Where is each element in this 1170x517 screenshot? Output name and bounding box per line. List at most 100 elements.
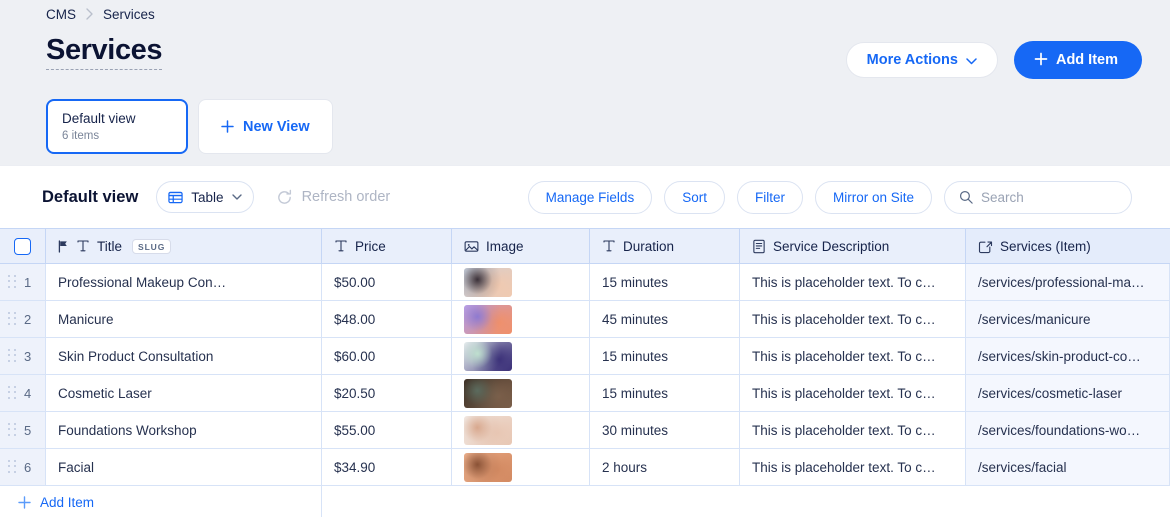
cell-services-item[interactable]: /services/manicure [966,301,1170,337]
row-number: 5 [24,422,32,438]
cell-title[interactable]: Facial [46,449,322,485]
cell-image[interactable] [452,449,590,485]
cell-image[interactable] [452,412,590,448]
more-actions-button[interactable]: More Actions [845,42,998,78]
drag-handle-icon[interactable] [8,274,17,290]
column-header-title[interactable]: Title SLUG [46,229,322,263]
column-header-price[interactable]: Price [322,229,452,263]
cell-services-item[interactable]: /services/cosmetic-laser [966,375,1170,411]
cell-price[interactable]: $48.00 [322,301,452,337]
table-row[interactable]: 4 Cosmetic Laser $20.50 15 minutes This is p… [0,375,1170,412]
new-view-button[interactable]: New View [198,99,333,155]
cell-title[interactable]: Foundations Workshop [46,412,322,448]
cell-title[interactable]: Professional Makeup Con… [46,264,322,300]
layout-selector[interactable]: Table [156,181,254,213]
drag-handle-icon[interactable] [8,348,17,364]
cell-duration[interactable]: 2 hours [590,449,740,485]
row-thumbnail[interactable] [464,341,512,371]
drag-handle-icon[interactable] [8,422,17,438]
mirror-on-site-button[interactable]: Mirror on Site [814,180,932,214]
cell-services-item[interactable]: /services/facial [966,449,1170,485]
row-thumbnail[interactable] [464,378,512,408]
cell-duration-text: 2 hours [602,459,648,475]
column-header-image-label: Image [486,238,524,254]
add-item-button[interactable]: Add Item [1013,41,1142,79]
cell-description[interactable]: This is placeholder text. To c… [740,301,966,337]
cell-price[interactable]: $34.90 [322,449,452,485]
table-body: 1 Professional Makeup Con… $50.00 15 minute… [0,264,1170,486]
plus-icon [1034,52,1048,66]
header-actions: More Actions Add Item [845,35,1142,79]
cell-duration[interactable]: 45 minutes [590,301,740,337]
select-all-checkbox[interactable] [14,237,31,255]
drag-handle-icon[interactable] [8,459,17,475]
row-number-cell: 4 [0,375,46,411]
cell-duration[interactable]: 30 minutes [590,412,740,448]
cell-image[interactable] [452,264,590,300]
cell-duration[interactable]: 15 minutes [590,375,740,411]
cell-price[interactable]: $55.00 [322,412,452,448]
new-view-label: New View [243,118,310,135]
row-thumbnail[interactable] [464,267,512,297]
cell-description-text: This is placeholder text. To c… [752,311,936,327]
cell-description-text: This is placeholder text. To c… [752,422,936,438]
table-header-row: Title SLUG Price Image Duration Service … [0,228,1170,264]
slug-badge: SLUG [132,238,172,254]
column-header-description[interactable]: Service Description [740,229,966,263]
column-header-duration[interactable]: Duration [590,229,740,263]
search-input[interactable] [981,189,1117,205]
table-row[interactable]: 6 Facial $34.90 2 hours This is placeholder … [0,449,1170,486]
row-thumbnail[interactable] [464,452,512,482]
cell-description[interactable]: This is placeholder text. To c… [740,338,966,374]
cell-image[interactable] [452,301,590,337]
cell-description[interactable]: This is placeholder text. To c… [740,449,966,485]
sort-button[interactable]: Sort [664,180,725,214]
cell-duration-text: 15 minutes [602,274,669,290]
cell-services-item[interactable]: /services/professional-ma… [966,264,1170,300]
cell-duration[interactable]: 15 minutes [590,338,740,374]
table-row[interactable]: 3 Skin Product Consultation $60.00 15 minut… [0,338,1170,375]
add-item-row-button[interactable]: Add Item [0,486,322,517]
view-card-default[interactable]: Default view 6 items [46,99,188,155]
cell-description[interactable]: This is placeholder text. To c… [740,375,966,411]
search-box[interactable] [944,180,1132,214]
drag-handle-icon[interactable] [8,385,17,401]
cell-image[interactable] [452,338,590,374]
filter-button[interactable]: Filter [736,180,803,214]
flag-icon [58,239,69,253]
row-thumbnail[interactable] [464,415,512,445]
column-header-services-item[interactable]: Services (Item) [966,229,1170,263]
cell-image[interactable] [452,375,590,411]
manage-fields-button[interactable]: Manage Fields [527,180,653,214]
cell-description[interactable]: This is placeholder text. To c… [740,412,966,448]
cell-title[interactable]: Cosmetic Laser [46,375,322,411]
column-header-image[interactable]: Image [452,229,590,263]
text-field-icon [76,239,90,253]
page-header: CMS Services Services More Actions Add I… [0,0,1170,165]
plus-icon [221,120,234,133]
table-row[interactable]: 1 Professional Makeup Con… $50.00 15 minute… [0,264,1170,301]
cell-duration[interactable]: 15 minutes [590,264,740,300]
cell-services-item-text: /services/facial [978,459,1067,475]
cell-title-text: Foundations Workshop [58,422,197,438]
table-row[interactable]: 5 Foundations Workshop $55.00 30 minutes Thi… [0,412,1170,449]
cell-price[interactable]: $60.00 [322,338,452,374]
select-all-header[interactable] [0,229,46,263]
row-thumbnail[interactable] [464,304,512,334]
cell-services-item[interactable]: /services/foundations-wo… [966,412,1170,448]
cell-services-item-text: /services/professional-ma… [978,274,1145,290]
breadcrumb-cms[interactable]: CMS [46,7,76,22]
cell-price[interactable]: $50.00 [322,264,452,300]
table-row[interactable]: 2 Manicure $48.00 45 minutes This is placeho… [0,301,1170,338]
cell-price-text: $60.00 [334,348,376,364]
breadcrumb-services[interactable]: Services [103,7,155,22]
drag-handle-icon[interactable] [8,311,17,327]
cell-title[interactable]: Skin Product Consultation [46,338,322,374]
items-table: Title SLUG Price Image Duration Service … [0,228,1170,517]
cell-services-item[interactable]: /services/skin-product-co… [966,338,1170,374]
breadcrumb: CMS Services [0,0,1170,22]
cell-price[interactable]: $20.50 [322,375,452,411]
cell-title[interactable]: Manicure [46,301,322,337]
cell-description[interactable]: This is placeholder text. To c… [740,264,966,300]
search-icon [959,190,973,204]
